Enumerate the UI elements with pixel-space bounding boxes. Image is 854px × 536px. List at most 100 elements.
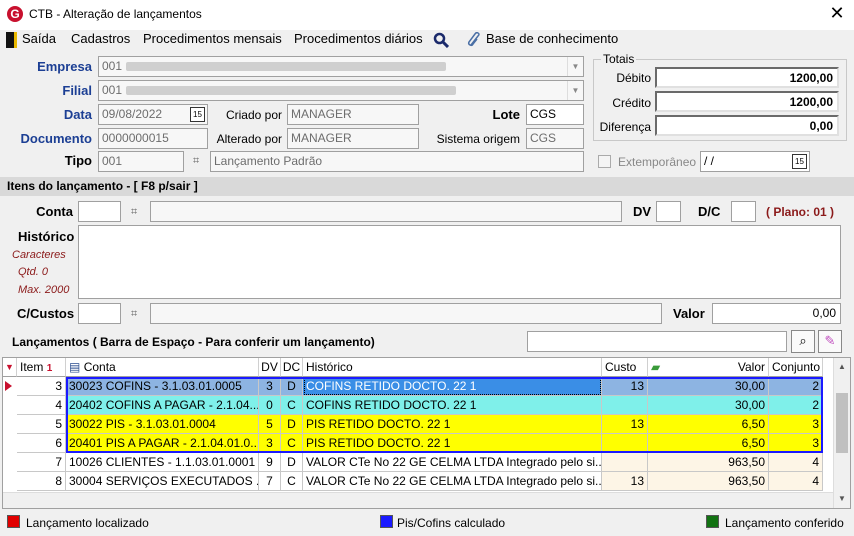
menu-base-conhecimento[interactable]: Base de conhecimento bbox=[486, 30, 618, 50]
exit-door-icon[interactable] bbox=[6, 32, 17, 48]
dv-label: DV bbox=[633, 204, 652, 219]
cell-conjunto[interactable]: 3 bbox=[769, 415, 823, 434]
cell-valor[interactable]: 963,50 bbox=[648, 453, 769, 472]
cell-dv[interactable]: 0 bbox=[259, 396, 281, 415]
scroll-down-icon[interactable]: ▼ bbox=[838, 494, 846, 503]
col-dc[interactable]: DC bbox=[281, 358, 303, 377]
cell-dv[interactable]: 9 bbox=[259, 453, 281, 472]
cell-conta[interactable]: 10026 CLIENTES - 1.1.03.01.0001 bbox=[66, 453, 259, 472]
cell-historico[interactable]: VALOR CTe No 22 GE CELMA LTDA Integrado … bbox=[303, 453, 602, 472]
cell-conta[interactable]: 30023 COFINS - 3.1.03.01.0005 bbox=[66, 377, 259, 396]
historico-textarea[interactable] bbox=[78, 225, 841, 299]
documento-field[interactable]: 0000000015 bbox=[98, 128, 208, 149]
cell-conjunto[interactable]: 3 bbox=[769, 434, 823, 453]
cell-valor[interactable]: 30,00 bbox=[648, 377, 769, 396]
cell-valor[interactable]: 963,50 bbox=[648, 472, 769, 491]
menu-cadastros[interactable]: Cadastros bbox=[71, 30, 130, 50]
find-button[interactable]: ⌕ bbox=[791, 330, 815, 353]
empresa-field[interactable]: 001 ▼ bbox=[98, 56, 584, 77]
lancamentos-search-field[interactable] bbox=[527, 331, 787, 352]
cell-historico[interactable]: PIS RETIDO DOCTO. 22 1 bbox=[303, 434, 602, 453]
cell-dv[interactable]: 3 bbox=[259, 377, 281, 396]
binoculars-icon[interactable]: ⌗ bbox=[131, 206, 137, 219]
cell-conta[interactable]: 30004 SERVIÇOS EXECUTADOS ... bbox=[66, 472, 259, 491]
tipo-field[interactable]: 001 bbox=[98, 151, 184, 172]
cell-item[interactable]: 7 bbox=[17, 453, 66, 472]
cell-custo[interactable] bbox=[602, 396, 648, 415]
money-icon: ▰ bbox=[651, 360, 661, 374]
col-historico[interactable]: Histórico bbox=[303, 358, 602, 377]
col-dv[interactable]: DV bbox=[259, 358, 281, 377]
dv-field[interactable] bbox=[656, 201, 681, 222]
cell-item[interactable]: 8 bbox=[17, 472, 66, 491]
cell-conjunto[interactable]: 2 bbox=[769, 396, 823, 415]
conta-field[interactable] bbox=[78, 201, 121, 222]
cell-dv[interactable]: 3 bbox=[259, 434, 281, 453]
col-item[interactable]: Item 1 bbox=[17, 358, 66, 377]
cell-conjunto[interactable]: 2 bbox=[769, 377, 823, 396]
cell-conta[interactable]: 30022 PIS - 3.1.03.01.0004 bbox=[66, 415, 259, 434]
cell-custo[interactable]: 13 bbox=[602, 377, 648, 396]
lancamentos-grid[interactable]: ▼ Item 1 ▤ Conta DV DC Histórico Custo ▰… bbox=[2, 357, 851, 509]
calendar-icon[interactable]: 15 bbox=[190, 107, 205, 122]
cell-custo[interactable]: 13 bbox=[602, 415, 648, 434]
cell-conjunto[interactable]: 4 bbox=[769, 453, 823, 472]
cell-custo[interactable] bbox=[602, 453, 648, 472]
cell-dc[interactable]: D bbox=[281, 453, 303, 472]
valor-field[interactable]: 0,00 bbox=[712, 303, 841, 324]
cell-dc[interactable]: C bbox=[281, 434, 303, 453]
horizontal-scrollbar[interactable] bbox=[3, 492, 833, 508]
scroll-up-icon[interactable]: ▲ bbox=[838, 362, 846, 371]
cell-dv[interactable]: 7 bbox=[259, 472, 281, 491]
dc-label: D/C bbox=[698, 204, 721, 219]
cell-dc[interactable]: C bbox=[281, 396, 303, 415]
scrollbar-thumb[interactable] bbox=[836, 393, 848, 453]
cell-valor[interactable]: 6,50 bbox=[648, 415, 769, 434]
extemporaneo-checkbox[interactable] bbox=[598, 155, 611, 168]
data-field[interactable]: 09/08/2022 15 bbox=[98, 104, 208, 125]
cell-conta[interactable]: 20401 PIS A PAGAR - 2.1.04.01.0... bbox=[66, 434, 259, 453]
cell-custo[interactable] bbox=[602, 434, 648, 453]
cell-valor[interactable]: 6,50 bbox=[648, 434, 769, 453]
vertical-scrollbar[interactable]: ▲ ▼ bbox=[833, 358, 850, 508]
menu-procedimentos-diarios[interactable]: Procedimentos diários bbox=[294, 30, 423, 50]
col-custo[interactable]: Custo bbox=[602, 358, 648, 377]
cell-dc[interactable]: D bbox=[281, 415, 303, 434]
cell-dc[interactable]: D bbox=[281, 377, 303, 396]
cell-item[interactable]: 4 bbox=[17, 396, 66, 415]
cell-item[interactable]: 5 bbox=[17, 415, 66, 434]
ccustos-field[interactable] bbox=[78, 303, 121, 324]
menu-procedimentos-mensais[interactable]: Procedimentos mensais bbox=[143, 30, 282, 50]
search-icon[interactable] bbox=[433, 32, 449, 48]
title-bar: G CTB - Alteração de lançamentos ✕ bbox=[0, 0, 854, 30]
cell-conjunto[interactable]: 4 bbox=[769, 472, 823, 491]
binoculars-icon[interactable]: ⌗ bbox=[193, 155, 199, 168]
cell-custo[interactable]: 13 bbox=[602, 472, 648, 491]
documento-label: Documento bbox=[20, 131, 93, 146]
cell-valor[interactable]: 30,00 bbox=[648, 396, 769, 415]
lote-field[interactable]: CGS bbox=[526, 104, 584, 125]
close-icon[interactable]: ✕ bbox=[826, 3, 848, 24]
col-conjunto[interactable]: Conjunto bbox=[769, 358, 823, 377]
menu-saida[interactable]: Saída bbox=[22, 30, 56, 50]
filial-field[interactable]: 001 ▼ bbox=[98, 80, 584, 101]
binoculars-icon[interactable]: ⌗ bbox=[131, 308, 137, 321]
col-conta[interactable]: ▤ Conta bbox=[66, 358, 259, 377]
cell-historico[interactable]: COFINS RETIDO DOCTO. 22 1 bbox=[303, 396, 602, 415]
chevron-down-icon[interactable]: ▼ bbox=[567, 57, 583, 76]
cell-dv[interactable]: 5 bbox=[259, 415, 281, 434]
extemporaneo-date-field[interactable]: / / 15 bbox=[700, 151, 810, 172]
cell-item[interactable]: 6 bbox=[17, 434, 66, 453]
cell-historico[interactable]: VALOR CTe No 22 GE CELMA LTDA Integrado … bbox=[303, 472, 602, 491]
col-valor[interactable]: ▰ Valor bbox=[648, 358, 769, 377]
legend-green-swatch bbox=[706, 515, 719, 528]
cell-historico[interactable]: COFINS RETIDO DOCTO. 22 1 bbox=[303, 377, 602, 396]
clear-button[interactable]: ✎ bbox=[818, 330, 842, 353]
dc-field[interactable] bbox=[731, 201, 756, 222]
cell-dc[interactable]: C bbox=[281, 472, 303, 491]
chevron-down-icon[interactable]: ▼ bbox=[567, 81, 583, 100]
cell-conta[interactable]: 20402 COFINS A PAGAR - 2.1.04.... bbox=[66, 396, 259, 415]
cell-item[interactable]: 3 bbox=[17, 377, 66, 396]
cell-historico[interactable]: PIS RETIDO DOCTO. 22 1 bbox=[303, 415, 602, 434]
calendar-icon[interactable]: 15 bbox=[792, 154, 807, 169]
